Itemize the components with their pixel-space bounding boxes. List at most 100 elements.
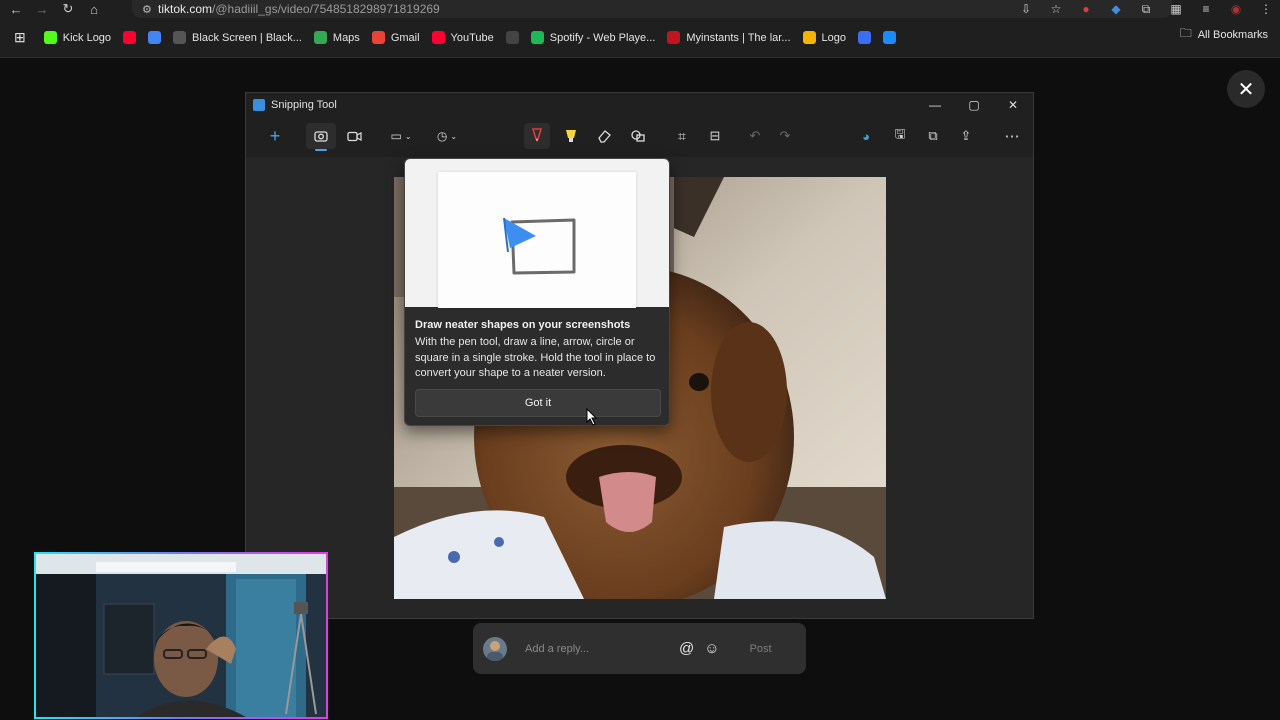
snipping-toolbar: + ▭ ⌄ ◷ ⌄ ⌗ ⊟ ↶ ↷ ◕ 🖫 ⧉ ⇪ ⋯ [246,119,1033,155]
crop-button[interactable]: ⌗ [669,123,695,149]
close-video-button[interactable]: ✕ [1227,70,1265,108]
extension-red-icon[interactable]: ● [1078,1,1094,17]
ballpoint-pen-button[interactable] [524,123,550,149]
screenshot-mode-button[interactable] [306,123,336,149]
all-bookmarks-button[interactable]: 🗀 All Bookmarks [1180,24,1268,45]
bookmark-item[interactable]: Black Screen | Black... [167,24,308,52]
bookmark-label: Maps [332,31,360,44]
new-snip-button[interactable]: + [260,123,290,149]
bookmark-item[interactable] [852,24,877,52]
delay-timer-dropdown[interactable]: ◷ ⌄ [432,123,462,149]
kick-icon [43,31,57,44]
snipping-tool-titlebar: Snipping Tool — ▢ ✕ [246,93,1033,117]
bookmark-item[interactable]: Logo [797,24,852,52]
reload-icon[interactable]: ↻ [58,0,78,18]
bookmark-item[interactable]: Gmail [366,24,426,52]
mode-underline [315,149,327,151]
video-mode-button[interactable] [340,123,368,149]
close-window-button[interactable]: ✕ [994,93,1032,117]
pen-icon [531,128,543,142]
menu-kebab-icon[interactable]: ⋮ [1258,1,1274,17]
bookmark-label: Black Screen | Black... [192,31,302,44]
shapes-button[interactable] [625,123,651,149]
bookmark-item[interactable] [500,24,525,52]
edit-in-paint-button[interactable]: ◕ [853,123,879,149]
extensions-puzzle-icon[interactable]: ⧉ [1138,1,1154,17]
spotify-icon [530,31,544,44]
bookmark-item[interactable]: Maps [308,24,366,52]
post-button[interactable]: Post [750,643,772,655]
snip-shape-dropdown[interactable]: ▭ ⌄ [386,123,416,149]
highlighter-icon [566,130,576,142]
forward-icon[interactable]: → [32,0,52,18]
eraser-button[interactable] [591,123,617,149]
shazam-icon [882,31,896,44]
bookmark-item[interactable]: Myinstants | The lar... [661,24,796,52]
media-control-icon[interactable]: ≡ [1198,1,1214,17]
highlighter-button[interactable] [558,123,584,149]
undo-button[interactable]: ↶ [742,123,768,149]
myinstants-icon [667,31,681,44]
bookmark-item[interactable]: Spotify - Web Playe... [525,24,662,52]
mouse-cursor-icon [586,408,598,426]
bookmarks-list: Kick Logo Black Screen | Black... Maps Gmai… [38,24,902,52]
bookmark-item[interactable] [142,24,167,52]
shapes-icon [631,130,645,142]
snipping-tool-app-icon [253,99,265,111]
teaching-tip: Draw neater shapes on your screenshots W… [404,158,670,426]
mention-at-icon[interactable]: @ [679,640,694,657]
bookmark-star-icon[interactable]: ☆ [1048,1,1064,17]
minimize-button[interactable]: — [916,93,954,117]
dash-icon [173,31,187,44]
bookmark-label: YouTube [450,31,494,44]
chevron-down-icon: ⌄ [450,131,458,141]
tip-paper [438,172,636,308]
close-icon: ✕ [1237,78,1255,101]
google-icon [148,31,162,44]
maps-icon [313,31,327,44]
folder-icon: 🗀 [1179,26,1192,40]
url-host: tiktok.com [158,2,213,16]
share-button[interactable]: ⇪ [953,123,979,149]
emoji-icon[interactable]: ☺ [704,640,719,657]
camera-icon [314,131,328,142]
home-icon[interactable]: ⌂ [84,0,104,18]
browser-top-bar: ← → ↻ ⌂ ⚙ tiktok.com/@hadiiil_gs/video/7… [0,0,1280,18]
save-button[interactable]: 🖫 [887,123,913,149]
bookmark-item[interactable]: YouTube [426,24,500,52]
got-it-button[interactable]: Got it [415,389,661,417]
neat-shape-illustration-icon [503,217,576,275]
profile-avatar-icon[interactable]: ◉ [1228,1,1244,17]
text-actions-button[interactable]: ⊟ [702,123,728,149]
bookmark-item[interactable]: Kick Logo [38,24,117,52]
circle-icon [505,31,519,44]
reply-input[interactable]: Add a reply... [525,643,665,655]
url-path: /@hadiiil_gs/video/7548518298971819269 [212,2,440,16]
reply-bar: Add a reply... @ ☺ Post [473,623,806,674]
copy-button[interactable]: ⧉ [920,123,946,149]
site-info-icon[interactable]: ⚙ [142,3,158,16]
webcam-overlay [34,552,328,719]
sidebar-icon[interactable]: ▦ [1168,1,1184,17]
maximize-button[interactable]: ▢ [955,93,993,117]
install-app-icon[interactable]: ⇩ [1018,1,1034,17]
bookmark-label: Gmail [390,31,420,44]
youtube-icon [123,31,137,44]
apps-grid-icon[interactable]: ⊞ [8,24,38,52]
window-title: Snipping Tool [271,99,337,111]
bookmark-label: Myinstants | The lar... [686,31,791,44]
google-icon [371,31,385,44]
more-options-button[interactable]: ⋯ [998,123,1026,149]
chevron-down-icon: ⌄ [404,131,412,141]
bookmark-item[interactable] [117,24,142,52]
bookmarks-bar: ⊞ Kick Logo Black Screen | Black... Maps Gm… [0,18,1280,58]
eraser-icon [597,130,611,143]
address-bar[interactable]: ⚙ tiktok.com/@hadiiil_gs/video/754851829… [132,0,1172,18]
bookmark-label: Kick Logo [62,31,112,44]
bookmark-item[interactable] [877,24,902,52]
redo-button[interactable]: ↷ [772,123,798,149]
browser-actions: ⇩ ☆ ● ◆ ⧉ ▦ ≡ ◉ ⋮ [1018,0,1274,18]
wave-icon [857,31,871,44]
back-icon[interactable]: ← [6,0,26,18]
extension-blue-icon[interactable]: ◆ [1108,1,1124,17]
